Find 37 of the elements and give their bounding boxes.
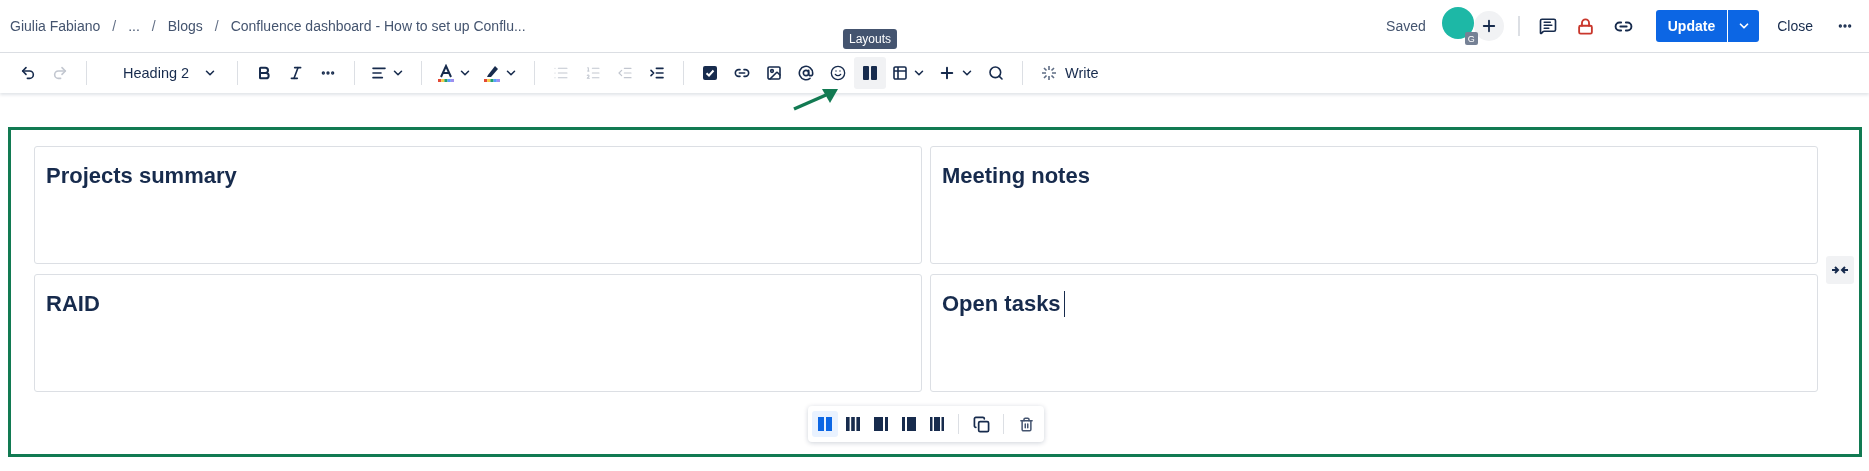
breadcrumb-link[interactable]: Giulia Fabiano	[10, 18, 101, 34]
breadcrumb-link[interactable]: Confluence dashboard - How to set up Conflu...	[230, 18, 526, 34]
close-button[interactable]: Close	[1769, 14, 1821, 38]
layout-column[interactable]: Meeting notes	[930, 146, 1818, 264]
add-collaborator-button[interactable]	[1473, 11, 1504, 41]
save-status: Saved	[1386, 18, 1426, 34]
column-heading: Meeting notes	[942, 163, 1090, 189]
breadcrumb-link[interactable]: ...	[128, 18, 140, 34]
arrows-inward-icon	[1832, 265, 1848, 275]
tooltip: Layouts	[843, 29, 897, 49]
breadcrumb-separator: /	[112, 18, 117, 34]
text-style-dropdown[interactable]: Heading 2	[97, 57, 227, 89]
layout-column[interactable]: RAID	[34, 274, 922, 392]
layout-column[interactable]: Open tasks	[930, 274, 1818, 392]
write-button[interactable]: Write	[1033, 57, 1107, 89]
layout-columns-icon	[873, 416, 889, 432]
avatar-badge: G	[1464, 32, 1478, 45]
breadcrumb-separator: /	[214, 18, 219, 34]
breadcrumb-link[interactable]: Blogs	[167, 18, 203, 34]
resize-button[interactable]	[1826, 256, 1854, 284]
column-heading: Projects summary	[46, 163, 237, 189]
column-heading: RAID	[46, 291, 100, 317]
update-options-button[interactable]	[1727, 10, 1760, 42]
breadcrumb-separator: /	[151, 18, 156, 34]
layout-columns-icon	[817, 416, 833, 432]
annotation-arrow	[792, 87, 838, 111]
comment-icon	[1538, 17, 1557, 35]
trash-icon	[1018, 416, 1034, 432]
layout-columns-icon	[929, 416, 945, 432]
copy-icon	[972, 415, 990, 433]
layout-columns-icon	[845, 416, 861, 432]
update-button[interactable]: Update	[1655, 10, 1728, 42]
lock-icon	[1577, 17, 1595, 35]
sparkle-icon	[1041, 65, 1057, 81]
layout-column[interactable]: Projects summary	[34, 146, 922, 264]
layout-columns-icon	[901, 416, 917, 432]
column-heading: Open tasks	[942, 291, 1065, 317]
